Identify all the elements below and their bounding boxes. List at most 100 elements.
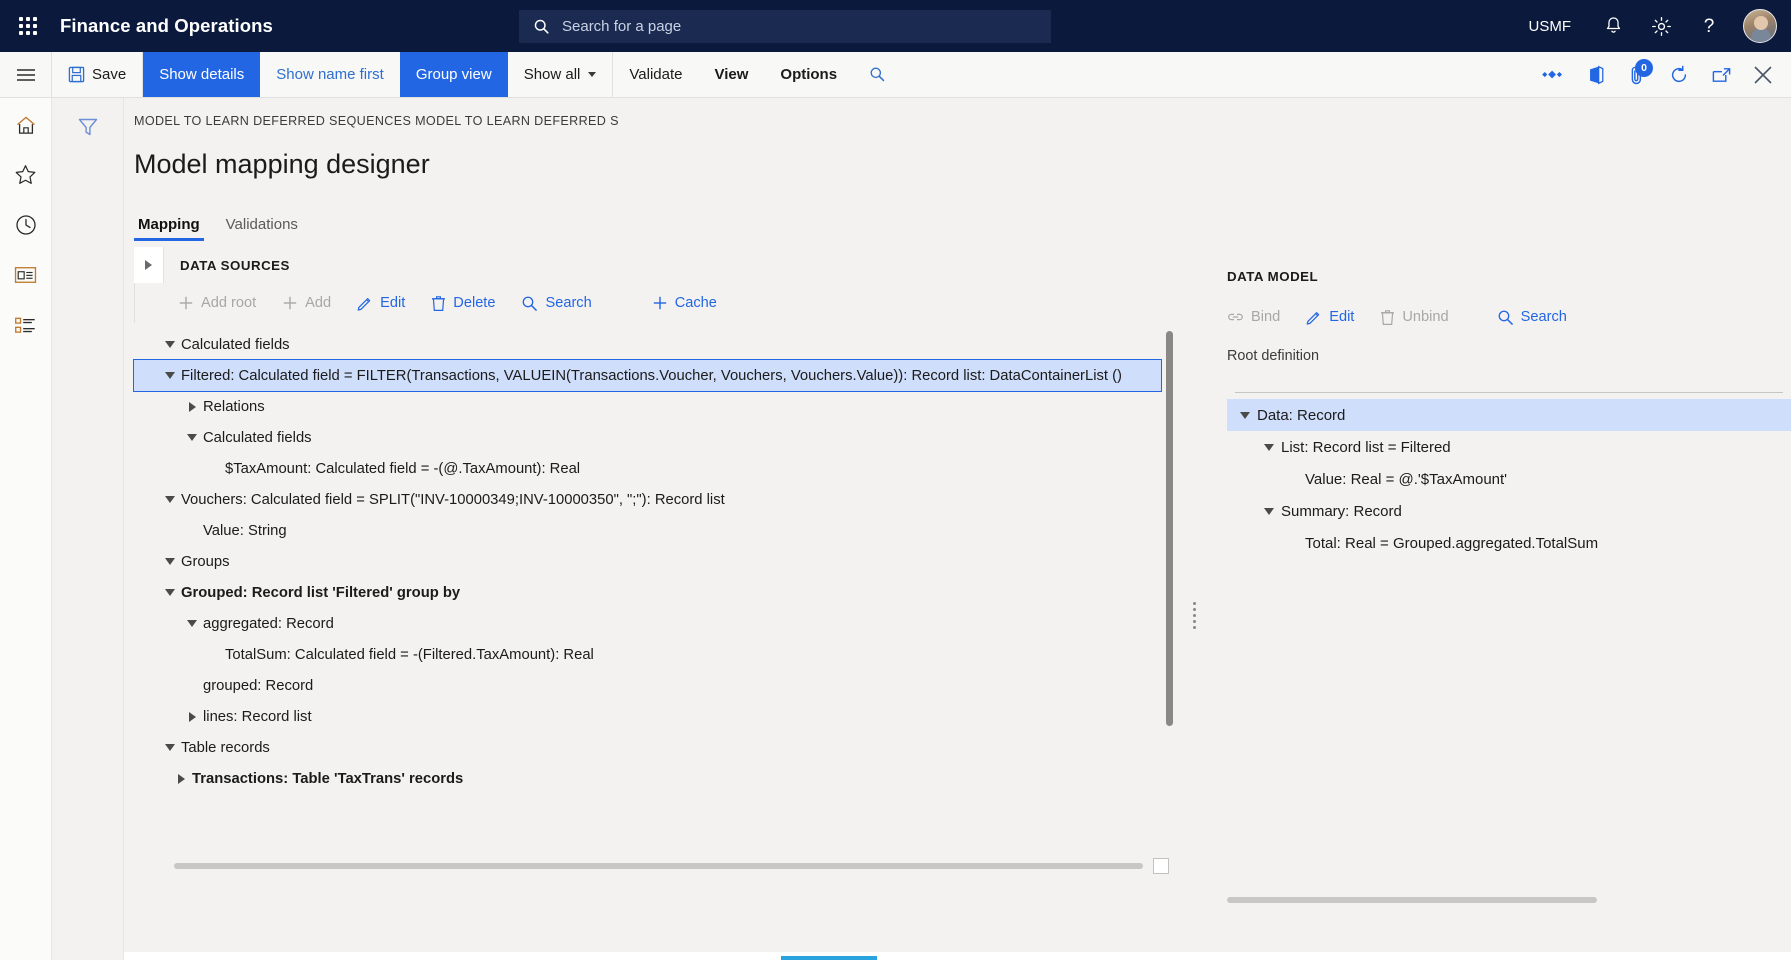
data-model-row[interactable]: Summary: Record [1227,495,1791,527]
data-model-row[interactable]: Total: Real = Grouped.aggregated.TotalSu… [1227,527,1791,559]
view-menu[interactable]: View [698,52,764,97]
chevron-down-icon[interactable] [1233,412,1257,419]
company-badge[interactable]: USMF [1513,18,1588,35]
show-name-first-button[interactable]: Show name first [260,52,400,97]
chevron-down-icon[interactable] [181,434,203,441]
tree-row[interactable]: TotalSum: Calculated field = -(Filtered.… [134,639,1179,670]
avatar[interactable] [1743,9,1777,43]
group-view-button[interactable]: Group view [400,52,508,97]
search-datamodel-button[interactable]: Search [1484,309,1580,326]
hamburger-menu-icon[interactable] [0,52,52,97]
data-model-tree: Data: Record List: Record list = Filtere… [1227,399,1791,559]
tree-row[interactable]: Transactions: Table 'TaxTrans' records [134,763,1179,794]
question-mark-icon[interactable]: ? [1687,0,1731,52]
chevron-down-icon[interactable] [159,589,181,596]
plus-icon [282,295,298,311]
tree-row[interactable]: lines: Record list [134,701,1179,732]
data-model-row-selected[interactable]: Data: Record [1227,399,1791,431]
plus-icon [178,295,194,311]
chevron-down-icon[interactable] [159,558,181,565]
data-model-row-label: Total: Real = Grouped.aggregated.TotalSu… [1305,535,1598,552]
recent-clock-icon[interactable] [6,208,46,242]
tree-row-label: aggregated: Record [203,616,334,632]
bind-label: Bind [1251,309,1280,325]
data-model-title: DATA MODEL [1227,247,1791,284]
pencil-icon [1306,309,1322,325]
tree-row[interactable]: Groups [134,546,1179,577]
tree-row-label: Table records [181,740,270,756]
chevron-right-icon[interactable] [181,402,203,412]
unbind-button[interactable]: Unbind [1367,309,1461,326]
pane-resize-grip[interactable] [1193,602,1196,629]
show-all-dropdown[interactable]: Show all [508,52,613,97]
delete-datasource-button[interactable]: Delete [418,295,508,312]
chevron-down-icon[interactable] [1257,444,1281,451]
chevron-down-icon[interactable] [1257,508,1281,515]
edit-datasource-button[interactable]: Edit [344,295,418,311]
tree-row[interactable]: Vouchers: Calculated field = SPLIT("INV-… [134,484,1179,515]
data-model-horizontal-scrollbar[interactable] [1227,897,1597,903]
tree-row[interactable]: Relations [134,391,1179,422]
global-search-box[interactable] [519,10,1051,43]
home-icon[interactable] [6,108,46,142]
favorites-star-icon[interactable] [6,158,46,192]
tree-row[interactable]: $TaxAmount: Calculated field = -(@.TaxAm… [134,453,1179,484]
options-menu[interactable]: Options [764,52,853,97]
scroll-corner-box[interactable] [1153,858,1169,874]
close-icon[interactable] [1743,52,1783,98]
chevron-down-icon[interactable] [181,620,203,627]
attachment-icon[interactable]: 0 [1617,52,1657,98]
tree-row[interactable]: Grouped: Record list 'Filtered' group by [134,577,1179,608]
chevron-down-icon[interactable] [159,372,181,379]
filter-funnel-icon[interactable] [71,112,105,142]
tree-row-label: $TaxAmount: Calculated field = -(@.TaxAm… [225,461,580,477]
chevron-right-icon[interactable] [181,712,203,722]
edit-binding-button[interactable]: Edit [1293,309,1367,325]
data-model-row[interactable]: List: Record list = Filtered [1227,431,1791,463]
add-root-button[interactable]: Add root [165,295,269,311]
modules-list-icon[interactable] [6,308,46,342]
bell-icon[interactable] [1591,0,1635,52]
tree-row-selected[interactable]: Filtered: Calculated field = FILTER(Tran… [134,360,1161,391]
waffle-grid-icon[interactable] [0,0,56,52]
global-search-input[interactable] [560,17,1037,36]
tree-row-label: Groups [181,554,230,570]
data-model-row[interactable]: Value: Real = @.'$TaxAmount' [1227,463,1791,495]
edit-binding-label: Edit [1329,309,1354,325]
chevron-down-icon[interactable] [159,341,181,348]
tree-row[interactable]: Calculated fields [134,422,1179,453]
gear-icon[interactable] [1639,0,1683,52]
command-search-button[interactable] [853,52,902,97]
save-button[interactable]: Save [52,52,143,97]
add-button[interactable]: Add [269,295,344,311]
tree-row[interactable]: Table records [134,732,1179,763]
view-label: View [714,66,748,83]
data-sources-vertical-scrollbar[interactable] [1166,331,1173,726]
tree-row[interactable]: aggregated: Record [134,608,1179,639]
data-model-row-label: List: Record list = Filtered [1281,439,1451,456]
chevron-down-icon[interactable] [159,496,181,503]
relationships-icon[interactable] [1533,52,1573,98]
show-details-button[interactable]: Show details [143,52,260,97]
tab-validations[interactable]: Validations [222,212,302,241]
root-definition-label: Root definition [1227,348,1791,364]
data-sources-horizontal-scrollbar[interactable] [174,863,1143,869]
search-datasource-button[interactable]: Search [508,295,604,312]
tab-mapping[interactable]: Mapping [134,212,204,241]
attachment-count-badge: 0 [1635,59,1653,77]
popout-icon[interactable] [1701,52,1741,98]
office-open-icon[interactable] [1575,52,1615,98]
command-bar: Save Show details Show name first Group … [0,52,1791,98]
tree-row[interactable]: Value: String [134,515,1179,546]
cache-button[interactable]: Cache [639,295,730,311]
edit-datasource-label: Edit [380,295,405,311]
chevron-right-icon[interactable] [134,247,164,283]
bind-button[interactable]: Bind [1227,309,1293,325]
workspaces-icon[interactable] [6,258,46,292]
refresh-icon[interactable] [1659,52,1699,98]
tree-row[interactable]: grouped: Record [134,670,1179,701]
tree-row[interactable]: Calculated fields [134,329,1179,360]
chevron-down-icon[interactable] [159,744,181,751]
validate-button[interactable]: Validate [613,52,698,97]
chevron-right-icon[interactable] [170,774,192,784]
